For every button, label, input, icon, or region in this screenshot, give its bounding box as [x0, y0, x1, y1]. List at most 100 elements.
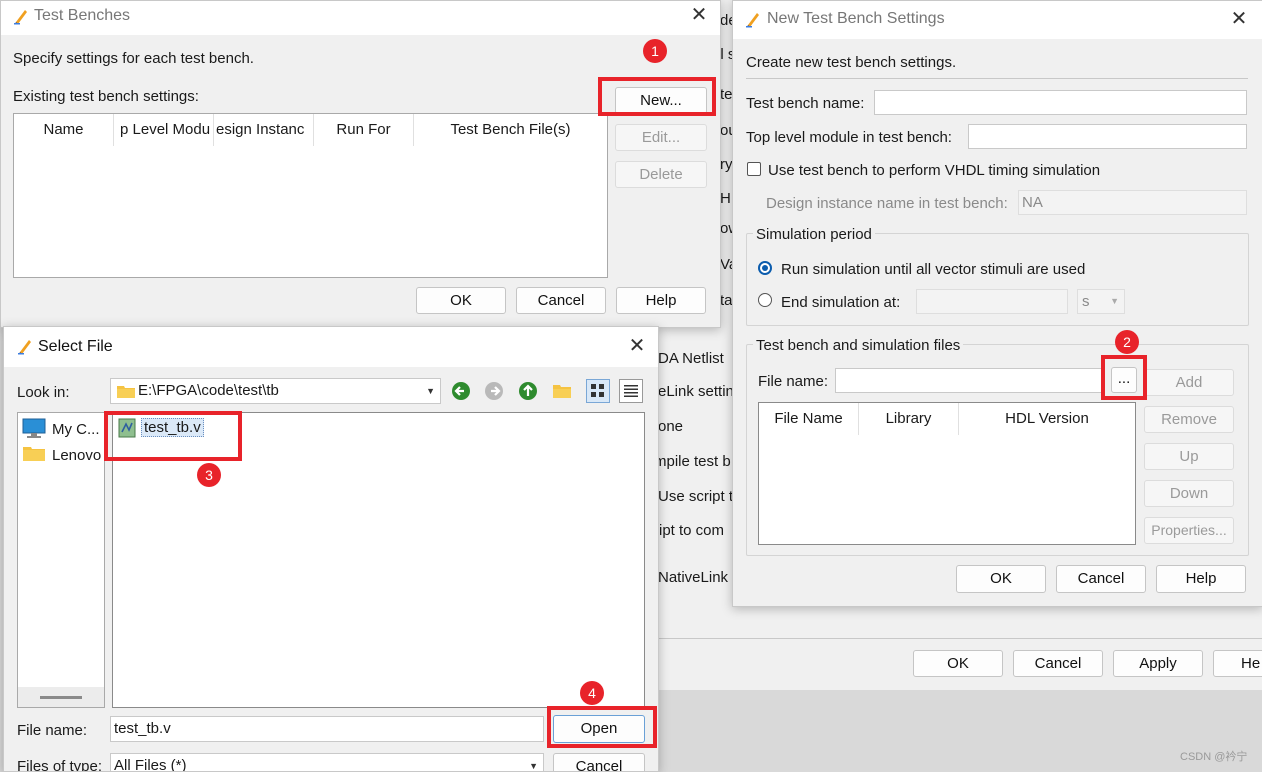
column-header[interactable]: p Level Modu — [114, 114, 214, 146]
annotation-box-open — [547, 706, 657, 748]
vhdl-timing-checkbox[interactable] — [747, 162, 761, 176]
test-bench-name-label: Test bench name: — [746, 95, 865, 112]
bg-help-button[interactable]: He — [1213, 650, 1262, 677]
down-button[interactable]: Down — [1144, 480, 1234, 507]
end-simulation-unit-select[interactable]: s ▼ — [1077, 289, 1125, 314]
look-in-select[interactable]: E:\FPGA\code\test\tb ▼ — [110, 378, 441, 404]
top-level-module-field[interactable] — [968, 124, 1247, 149]
detail-view-icon[interactable] — [619, 379, 643, 403]
file-name-field[interactable]: test_tb.v — [110, 716, 544, 742]
testbench-table[interactable]: Name p Level Modu esign Instanc Run For … — [13, 113, 608, 278]
bg-fragment: Use script t — [658, 488, 734, 505]
bg-cancel-button[interactable]: Cancel — [1013, 650, 1103, 677]
file-name-field[interactable] — [835, 368, 1105, 393]
column-header[interactable]: HDL Version — [959, 403, 1135, 435]
ok-button[interactable]: OK — [956, 565, 1046, 593]
bg-fragment: mpile test b — [654, 453, 731, 470]
pencil-icon — [746, 13, 759, 28]
bg-fragment: eLink setting — [658, 383, 743, 400]
end-simulation-radio[interactable] — [758, 293, 772, 307]
chevron-down-icon: ▼ — [1110, 296, 1119, 306]
forward-arrow-icon[interactable] — [483, 380, 505, 402]
add-button[interactable]: Add — [1144, 369, 1234, 396]
bg-divider — [650, 638, 1262, 639]
new-test-bench-dialog: New Test Bench Settings ✕ Create new tes… — [732, 0, 1262, 607]
column-header[interactable]: Test Bench File(s) — [414, 114, 607, 146]
cancel-button[interactable]: Cancel — [553, 753, 645, 771]
unit-value: s — [1082, 293, 1090, 310]
up-button[interactable]: Up — [1144, 443, 1234, 470]
files-table[interactable]: File Name Library HDL Version — [758, 402, 1136, 545]
bg-fragment: DA Netlist — [658, 350, 724, 367]
bg-apply-button[interactable]: Apply — [1113, 650, 1203, 677]
folder-icon — [23, 447, 45, 461]
column-header[interactable]: Run For — [314, 114, 414, 146]
test-bench-name-field[interactable] — [874, 90, 1247, 115]
annotation-box-file — [104, 411, 242, 461]
ok-button[interactable]: OK — [416, 287, 506, 314]
column-header[interactable]: Library — [859, 403, 959, 435]
description: Create new test bench settings. — [746, 54, 957, 71]
list-view-icon[interactable] — [586, 379, 610, 403]
bg-fragment: te — [720, 86, 733, 103]
run-all-stimuli-radio[interactable] — [758, 261, 772, 275]
delete-button[interactable]: Delete — [615, 161, 707, 188]
sidebar-item-lenovo[interactable]: Lenovo — [52, 447, 101, 464]
dialog-title: Test Benches — [34, 7, 131, 24]
file-name-label: File name: — [758, 373, 829, 390]
sidebar-item-my-computer[interactable]: My C... — [52, 421, 100, 438]
close-icon[interactable]: ✕ — [689, 5, 709, 25]
separator — [746, 78, 1248, 79]
step-marker: 1 — [643, 39, 667, 63]
existing-label: Existing test bench settings: — [13, 88, 199, 105]
description: Specify settings for each test bench. — [13, 50, 254, 67]
bg-fragment: ta — [720, 292, 733, 309]
new-folder-icon[interactable] — [551, 380, 573, 402]
end-simulation-label: End simulation at: — [781, 294, 901, 311]
up-folder-icon[interactable] — [517, 380, 539, 402]
edit-button[interactable]: Edit... — [615, 124, 707, 151]
folder-icon — [117, 386, 135, 398]
simulation-period-title: Simulation period — [753, 226, 875, 243]
files-of-type-select[interactable]: All Files (*) ▼ — [110, 753, 544, 771]
close-icon[interactable]: ✕ — [1229, 9, 1249, 29]
column-header[interactable]: esign Instanc — [214, 114, 314, 146]
pencil-icon — [18, 340, 31, 355]
watermark: CSDN @衿宁 — [1180, 751, 1248, 763]
bg-fragment: ry — [720, 156, 733, 173]
places-sidebar[interactable]: My C... Lenovo — [17, 412, 105, 708]
pencil-icon — [14, 10, 27, 25]
files-group-title: Test bench and simulation files — [753, 337, 964, 354]
help-button[interactable]: Help — [1156, 565, 1246, 593]
bg-fragment: NativeLink S — [658, 569, 743, 586]
run-all-stimuli-label: Run simulation until all vector stimuli … — [781, 261, 1086, 278]
file-name-label: File name: — [17, 722, 88, 739]
cancel-button[interactable]: Cancel — [516, 287, 606, 314]
chevron-down-icon: ▼ — [529, 761, 538, 771]
column-header[interactable]: Name — [14, 114, 114, 146]
step-marker: 2 — [1115, 330, 1139, 354]
dialog-title: Select File — [38, 338, 113, 355]
close-icon[interactable]: ✕ — [627, 336, 647, 356]
horizontal-scrollbar[interactable] — [18, 687, 104, 707]
design-instance-field[interactable]: NA — [1018, 190, 1247, 215]
column-header[interactable]: File Name — [759, 403, 859, 435]
step-marker: 4 — [580, 681, 604, 705]
test-benches-dialog: Test Benches ✕ Specify settings for each… — [0, 0, 721, 328]
remove-button[interactable]: Remove — [1144, 406, 1234, 433]
computer-icon — [22, 418, 46, 438]
help-button[interactable]: Help — [616, 287, 706, 314]
look-in-path: E:\FPGA\code\test\tb — [138, 382, 279, 399]
top-level-module-label: Top level module in test bench: — [746, 129, 952, 146]
cancel-button[interactable]: Cancel — [1056, 565, 1146, 593]
properties-button[interactable]: Properties... — [1144, 517, 1234, 544]
annotation-box-browse — [1101, 355, 1147, 400]
back-arrow-icon[interactable] — [450, 380, 472, 402]
bg-ok-button[interactable]: OK — [913, 650, 1003, 677]
dialog-title: New Test Bench Settings — [767, 10, 945, 27]
end-simulation-time-field[interactable] — [916, 289, 1068, 314]
scrollbar-thumb[interactable] — [40, 696, 82, 699]
design-instance-label: Design instance name in test bench: — [766, 195, 1008, 212]
vhdl-timing-label: Use test bench to perform VHDL timing si… — [768, 162, 1101, 179]
bg-fragment: ript to com — [654, 522, 725, 539]
